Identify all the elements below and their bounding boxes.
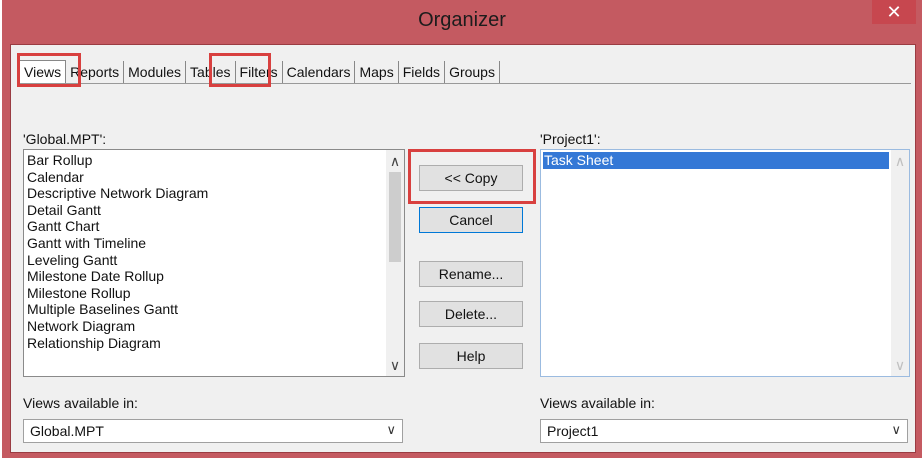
chevron-down-icon[interactable]: ∨ [891, 356, 909, 374]
tab-maps[interactable]: Maps [355, 61, 399, 84]
left-available-select[interactable]: Global.MPT ∨ [23, 419, 403, 443]
rename-button[interactable]: Rename... [419, 261, 523, 287]
left-list-scrollbar[interactable]: ∧ ∨ [386, 150, 404, 376]
left-available-label: Views available in: [23, 395, 138, 411]
tab-fields[interactable]: Fields [398, 61, 446, 84]
list-item[interactable]: Milestone Rollup [26, 285, 208, 302]
chevron-up-icon[interactable]: ∧ [891, 152, 909, 170]
tables-tab-highlight [209, 53, 271, 87]
delete-button[interactable]: Delete... [419, 301, 523, 327]
list-item[interactable]: Bar Rollup [26, 152, 208, 169]
list-item[interactable]: Milestone Date Rollup [26, 268, 208, 285]
list-item[interactable]: Leveling Gantt [26, 252, 208, 269]
list-item[interactable]: Calendar [26, 169, 208, 186]
tab-groups[interactable]: Groups [445, 61, 500, 84]
list-item[interactable]: Relationship Diagram [26, 335, 208, 352]
tab-calendars[interactable]: Calendars [282, 61, 356, 84]
left-available-value: Global.MPT [30, 423, 104, 439]
project-views-listbox[interactable]: Task Sheet ∧ ∨ [540, 149, 910, 377]
scrollbar-thumb[interactable] [389, 172, 401, 262]
list-item[interactable]: Multiple Baselines Gantt [26, 301, 208, 318]
list-item[interactable]: Gantt Chart [26, 218, 208, 235]
close-icon[interactable]: ✕ [872, 0, 916, 24]
chevron-up-icon[interactable]: ∧ [386, 152, 404, 170]
list-item[interactable]: Network Diagram [26, 318, 208, 335]
views-tab-highlight [17, 53, 81, 87]
right-available-select[interactable]: Project1 ∨ [540, 419, 908, 443]
dialog-body: Views Reports Modules Tables Filters Cal… [10, 44, 916, 453]
left-list-label: 'Global.MPT': [23, 131, 107, 147]
chevron-down-icon[interactable]: ∨ [891, 422, 901, 438]
chevron-down-icon[interactable]: ∨ [386, 422, 396, 438]
tab-divider [19, 83, 911, 84]
copy-button[interactable]: << Copy [419, 165, 523, 191]
global-views-listbox[interactable]: Bar Rollup Calendar Descriptive Network … [23, 149, 405, 377]
help-button[interactable]: Help [419, 343, 523, 369]
tab-modules[interactable]: Modules [124, 61, 187, 84]
window-title: Organizer [418, 9, 506, 31]
right-list-items: Task Sheet [543, 152, 889, 169]
list-item[interactable]: Detail Gantt [26, 202, 208, 219]
right-available-label: Views available in: [540, 395, 655, 411]
left-list-items: Bar Rollup Calendar Descriptive Network … [26, 152, 208, 351]
right-available-value: Project1 [547, 423, 599, 439]
title-bar[interactable]: Organizer ✕ [2, 0, 922, 44]
right-list-scrollbar[interactable]: ∧ ∨ [891, 150, 909, 376]
right-list-label: 'Project1': [540, 131, 601, 147]
list-item[interactable]: Task Sheet [543, 152, 889, 169]
organizer-window: Organizer ✕ Views Reports Modules Tables… [2, 0, 922, 458]
list-item[interactable]: Gantt with Timeline [26, 235, 208, 252]
list-item[interactable]: Descriptive Network Diagram [26, 185, 208, 202]
cancel-button[interactable]: Cancel [419, 207, 523, 233]
chevron-down-icon[interactable]: ∨ [386, 356, 404, 374]
